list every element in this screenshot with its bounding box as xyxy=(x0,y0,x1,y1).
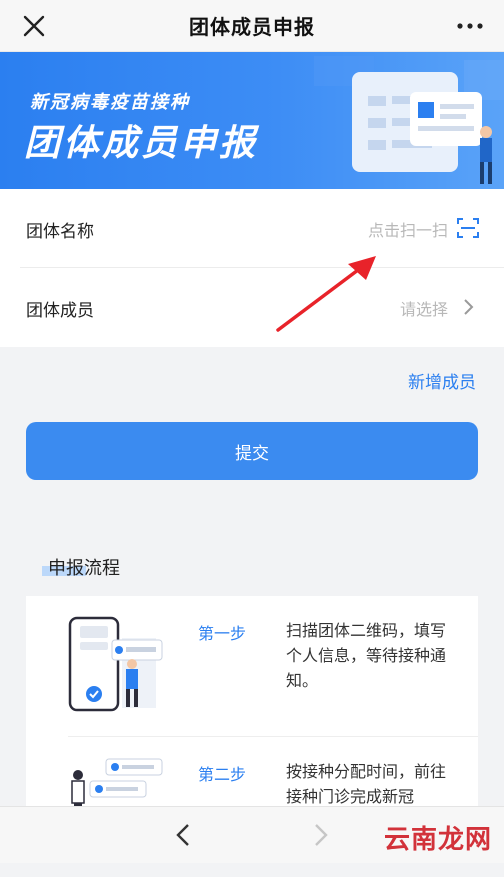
chevron-right-icon[interactable] xyxy=(456,295,480,319)
step-name: 第二步 xyxy=(198,765,247,784)
process-card: 第一步 扫描团体二维码，填写个人信息，等待接种通知。 第二步 按接种分配时间，前… xyxy=(26,596,478,819)
group-members-label: 团体成员 xyxy=(26,301,94,321)
document-illustration xyxy=(314,56,504,184)
add-member-link[interactable]: 新增成员 xyxy=(408,368,476,393)
more-icon[interactable] xyxy=(454,12,486,40)
close-icon[interactable] xyxy=(20,12,48,40)
chevron-right-icon[interactable] xyxy=(306,821,334,849)
banner: 新冠病毒疫苗接种 团体成员申报 xyxy=(0,52,504,189)
select-prompt[interactable]: 请选择 xyxy=(400,296,448,320)
process-title: 申报流程 xyxy=(42,554,120,580)
process-step: 第一步 扫描团体二维码，填写个人信息，等待接种通知。 xyxy=(26,596,478,737)
process-title-text: 申报流程 xyxy=(48,558,120,579)
chevron-left-icon[interactable] xyxy=(170,821,198,849)
scan-prompt[interactable]: 点击扫一扫 xyxy=(368,217,448,241)
page-title: 团体成员申报 xyxy=(189,15,315,39)
group-name-row[interactable]: 团体名称 点击扫一扫 xyxy=(0,189,504,268)
top-navigation-bar: 团体成员申报 xyxy=(0,0,504,52)
watermark: 云南龙网 xyxy=(383,825,492,855)
step-description: 扫描团体二维码，填写个人信息，等待接种通知。 xyxy=(286,621,447,690)
banner-subtitle: 新冠病毒疫苗接种 xyxy=(30,92,190,113)
step-description: 按接种分配时间，前往接种门诊完成新冠 xyxy=(286,762,447,806)
submit-button[interactable]: 提交 xyxy=(26,422,478,480)
member-form: 团体名称 点击扫一扫 团体成员 请选择 xyxy=(0,189,504,347)
scan-icon[interactable] xyxy=(456,216,480,240)
step-name: 第一步 xyxy=(198,624,247,643)
group-name-label: 团体名称 xyxy=(26,222,94,242)
bottom-navigation-bar: 云南龙网 xyxy=(0,806,504,863)
phone-illustration xyxy=(68,616,163,712)
banner-title: 团体成员申报 xyxy=(24,123,259,164)
group-members-row[interactable]: 团体成员 请选择 xyxy=(0,268,504,346)
